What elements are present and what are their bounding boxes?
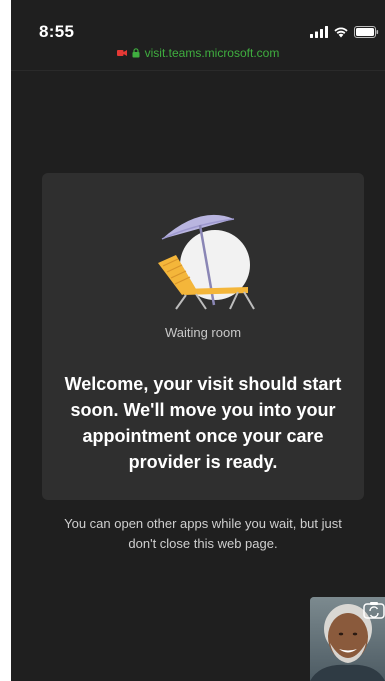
signal-bars-icon	[310, 26, 328, 38]
url-divider	[11, 70, 385, 71]
waiting-room-card: Waiting room Welcome, your visit should …	[42, 173, 364, 500]
hint-message: You can open other apps while you wait, …	[64, 516, 342, 551]
waiting-room-label: Waiting room	[164, 325, 242, 340]
status-time: 8:55	[39, 22, 75, 41]
self-view-video[interactable]	[310, 597, 385, 681]
browser-url-bar[interactable]: visit.teams.microsoft.com	[11, 46, 385, 60]
status-icons	[310, 26, 379, 38]
welcome-message: Welcome, your visit should start soon. W…	[64, 374, 342, 472]
camera-recording-icon	[116, 50, 127, 56]
wifi-icon	[334, 27, 348, 38]
battery-icon	[354, 26, 379, 38]
browser-url-text: visit.teams.microsoft.com	[144, 46, 280, 60]
lock-icon	[132, 48, 140, 58]
status-bar: 8:55	[11, 0, 385, 44]
phone-screen: 8:55 visit.teams.microsoft.com Waiting r…	[11, 0, 385, 681]
beach-chair-umbrella-icon	[158, 214, 255, 310]
camera-switch-icon[interactable]	[363, 601, 385, 619]
